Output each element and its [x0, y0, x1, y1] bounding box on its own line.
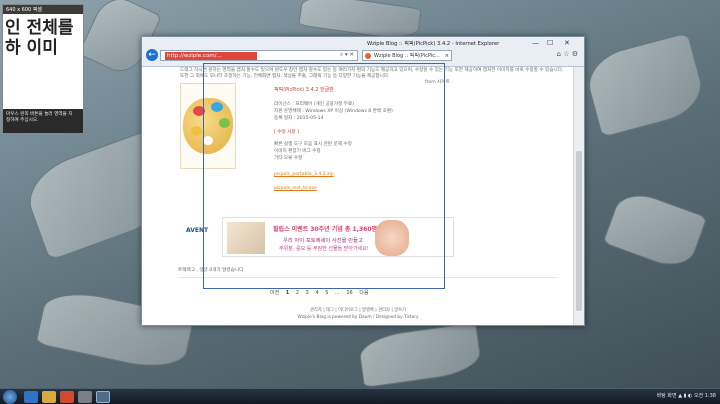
pager-page[interactable]: 5 [325, 290, 328, 296]
browser-tab[interactable]: Wziple Blog :: 픽픽(PicPic... × [362, 50, 452, 61]
page-footer: 관리자 | 태그 | 미디어로그 | 방명록 | 관리자 | 글쓰기 Wzipl… [142, 307, 574, 321]
taskbar-picpick-icon[interactable] [96, 391, 110, 403]
site-favicon-icon [365, 53, 371, 59]
intro-line-2: 또한 그 외에도 모니터 조정하는 기능, 전체화면 캡처, 색상을 추출, 그… [180, 74, 390, 79]
pager-prev[interactable]: 이전 [270, 290, 279, 296]
paint-blob [219, 118, 230, 128]
ad-photo [227, 222, 265, 254]
pager-ellipsis: ... [335, 290, 340, 296]
taskbar-folder-icon[interactable] [42, 391, 56, 403]
trackback-count[interactable]: 트랙백 2 , 댓글 0개가 달렸습니다 [178, 267, 243, 274]
magnifier-zoom-text: 인 전체를 [5, 18, 74, 38]
picpick-logo-image [180, 83, 236, 169]
address-text-selected[interactable]: http://wziple.com/... [165, 52, 257, 60]
pager-page[interactable]: 16 [346, 290, 352, 296]
pager-next[interactable]: 다음 [359, 290, 368, 296]
address-bar-icons[interactable]: ⌕ ▾ ✕ [340, 52, 354, 59]
palette-hole [203, 136, 213, 145]
vertical-scrollbar[interactable] [573, 67, 584, 325]
pager-page[interactable]: 2 [296, 290, 299, 296]
magnifier-caption-line: 정하여 주십시오. [6, 118, 39, 123]
download-link[interactable]: picpick_portable_3.4.2.zip [274, 171, 334, 178]
magnifier-title: 640 x 600 픽셀 [3, 5, 83, 14]
magnifier-zoom-text-2: 하 이미 [5, 38, 58, 58]
taskbar-ie-icon[interactable] [24, 391, 38, 403]
tab-close-icon[interactable]: × [445, 51, 449, 60]
taskbar: 바탕 화면 ▲ ▮ ◐ 오전 1:38 [0, 388, 720, 404]
jet-fighter-wallpaper [602, 186, 708, 274]
back-arrow-icon: ← [148, 50, 156, 60]
web-page-content: 드래그 하시면 원하는 영역을 캡처 할수도 있으며 윈도우 창만 캡처 할수도… [142, 67, 574, 325]
ad-subline: 우리 아이 포토에세이 사진을 만들고 [283, 238, 363, 244]
browser-window: Wziple Blog :: 픽픽(PicPick) 3.4.2 - Inter… [141, 36, 585, 326]
start-button[interactable] [3, 390, 17, 404]
taskbar-media-icon[interactable] [60, 391, 74, 403]
desktop-label[interactable]: 바탕 화면 [657, 393, 677, 399]
change-item: 이미지 편집기 버그 수정 [274, 149, 321, 154]
taskbar-app-icon[interactable] [78, 391, 92, 403]
jet-fighter-wallpaper [357, 321, 483, 388]
address-bar[interactable]: http://wziple.com/... ⌕ ▾ ✕ [160, 50, 358, 61]
minimize-button[interactable]: — [532, 39, 539, 47]
paint-blob [211, 102, 223, 112]
maximize-button[interactable]: ☐ [547, 39, 553, 47]
change-item: 빠른 실행 도구 모음 표시 관련 문제 수정 [274, 142, 352, 147]
license-info: 라이선스 : 프리웨어 (개인 공용가정 무료) [274, 102, 355, 107]
pager-page[interactable]: 4 [315, 290, 318, 296]
jet-fighter-wallpaper [581, 32, 709, 138]
intro-text-2: 또한 그 외에도 모니터 조정하는 기능, 전체화면 캡처, 색상을 추출, 그… [180, 73, 570, 80]
advertisement-banner[interactable]: 필립스 이벤트 30주년 기념 총 1,360명에게 쏜다! 우리 아이 포토에… [222, 217, 454, 257]
footer-links[interactable]: 관리자 | 태그 | 미디어로그 | 방명록 | 관리자 | 글쓰기 [142, 307, 574, 314]
back-button[interactable]: ← [146, 49, 158, 61]
date-info: 등록 일자 : 2015-05-14 [274, 116, 324, 121]
change-item: 기타 오류 수정 [274, 156, 303, 161]
clock[interactable]: 오전 1:38 [694, 393, 716, 399]
changes-header: [ 수정 사항 ] [274, 130, 299, 135]
os-info: 지원 운영체제 : Windows XP 이상 (Windows 8 완벽 호환… [274, 109, 393, 114]
pager-page[interactable]: 3 [306, 290, 309, 296]
scrollbar-thumb[interactable] [576, 151, 582, 311]
pager-page[interactable]: 1 [286, 290, 289, 296]
pagination: 이전 1 2 3 4 5 ... 16 다음 [270, 289, 374, 296]
release-title: 픽픽(PicPick) 3.4.2 한글판 [274, 87, 334, 93]
magnifier-caption: 마우스 왼쪽 버튼을 눌러 영역을 지 정하여 주십시오. [3, 109, 83, 133]
paint-blob [191, 126, 202, 136]
magnifier-panel: 640 x 600 픽셀 인 전체를 하 이미 마우스 왼쪽 버튼을 눌러 영역… [2, 4, 84, 134]
system-tray: 바탕 화면 ▲ ▮ ◐ 오전 1:38 [657, 392, 716, 399]
close-button[interactable]: ✕ [564, 39, 570, 47]
ad-baby-photo [375, 220, 409, 256]
ad-subline-2: 주위분, 응모 등 푸짐한 선물을 받아가세요! [279, 246, 369, 252]
tray-icons[interactable]: ▲ ▮ ◐ [678, 393, 694, 399]
tab-label: Wziple Blog :: 픽픽(PicPic... [374, 53, 440, 59]
paint-blob [193, 106, 205, 116]
trackback-text: 트랙백 2 , 댓글 0개가 달렸습니다 [178, 268, 244, 273]
window-title: Wziple Blog :: 픽픽(PicPick) 3.4.2 - Inter… [367, 41, 500, 47]
intro-source: from 사이트 [425, 80, 450, 85]
toolbar-icons[interactable]: ⌂ ☆ ⚙ [557, 50, 578, 58]
ad-brand-logo: AVENT [186, 227, 209, 234]
download-link[interactable]: picpick_inst_kr.exe [274, 185, 317, 192]
footer-credit: Wziple's Blog is powered by Daum / Desig… [297, 315, 419, 320]
palette-icon [183, 98, 233, 154]
trackback-divider [178, 277, 558, 278]
browser-chrome: Wziple Blog :: 픽픽(PicPick) 3.4.2 - Inter… [142, 37, 584, 67]
